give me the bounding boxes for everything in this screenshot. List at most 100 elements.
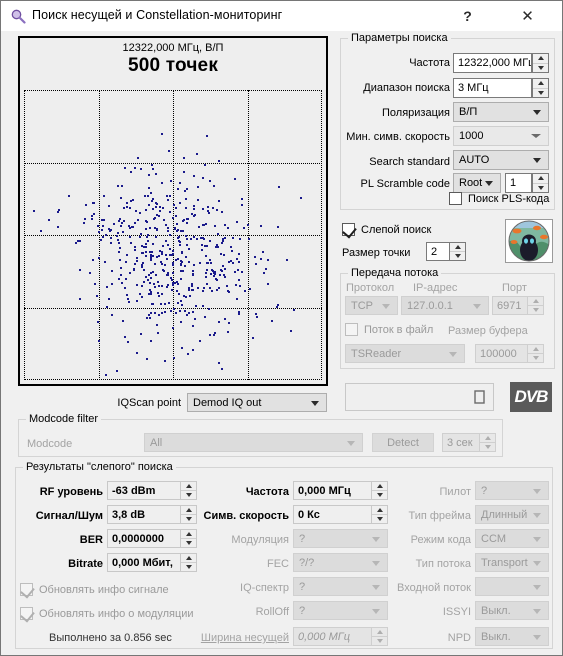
spinner-up[interactable]	[181, 530, 196, 539]
pilot-combo[interactable]: ?	[475, 481, 549, 500]
spinner-down[interactable]	[181, 563, 196, 571]
help-button[interactable]: ?	[445, 1, 490, 31]
rf-level-field[interactable]: -63 dBm	[107, 481, 181, 500]
spinner-up[interactable]	[533, 54, 548, 64]
ber-spinner[interactable]	[180, 529, 197, 548]
close-button[interactable]: ✕	[505, 1, 550, 31]
constellation-point	[154, 286, 157, 289]
file-stream-target-combo[interactable]: TSReader	[345, 344, 465, 363]
carrier-width-field[interactable]: 0,000 МГц	[293, 627, 372, 646]
spinner-up[interactable]	[533, 174, 548, 184]
spinner-up[interactable]	[181, 482, 196, 491]
spinner-down[interactable]	[372, 515, 387, 523]
constellation-plot[interactable]	[20, 86, 326, 384]
stream-type-combo[interactable]: Transport	[475, 553, 549, 572]
constellation-point	[266, 258, 269, 261]
ip-address-label: IP-адрес	[413, 282, 458, 294]
bitrate-field[interactable]: 0,000 Мбит,	[107, 553, 181, 572]
spinner-up[interactable]	[450, 243, 465, 252]
iqscan-point-combo[interactable]: Demod IQ out	[187, 393, 327, 412]
symbol-rate-field[interactable]: 0 Кс	[293, 505, 372, 524]
constellation-point	[79, 269, 82, 272]
min-symbol-rate-combo[interactable]: 1000	[453, 126, 549, 146]
spinner-down[interactable]	[372, 491, 387, 499]
update-signal-info-checkbox[interactable]: Обновлять инфо сигнале	[20, 583, 169, 599]
port-spinner[interactable]	[527, 296, 544, 315]
file-stream-checkbox[interactable]: Поток в файл	[345, 323, 433, 336]
spinner-up[interactable]	[181, 506, 196, 515]
spinner-down[interactable]	[533, 89, 548, 98]
spinner-down[interactable]	[181, 515, 196, 523]
rolloff-combo[interactable]: ?	[293, 601, 388, 620]
spinner-up[interactable]	[528, 297, 543, 306]
spinner-up[interactable]	[480, 434, 495, 443]
ber-field[interactable]: 0,0000000	[107, 529, 181, 548]
pls-search-checkbox[interactable]: Поиск PLS-кода	[449, 192, 549, 205]
pl-scramble-code-field[interactable]: 1	[505, 173, 532, 193]
symbol-rate-spinner[interactable]	[371, 505, 388, 524]
carrier-width-spinner[interactable]	[371, 627, 388, 646]
npd-combo[interactable]: Выкл.	[475, 627, 549, 646]
result-frequency-field[interactable]: 0,000 МГц	[293, 481, 372, 500]
spinner-up[interactable]	[372, 482, 387, 491]
constellation-point	[227, 290, 230, 293]
dot-size-field[interactable]: 2	[426, 242, 450, 261]
port-field[interactable]: 6971	[492, 296, 528, 315]
spinner-down[interactable]	[480, 443, 495, 451]
snr-field[interactable]: 3,8 dB	[107, 505, 181, 524]
preview-thumbnail[interactable]	[505, 219, 553, 263]
modcode-value: All	[150, 436, 163, 449]
pl-scramble-mode-combo[interactable]: Root	[453, 173, 501, 193]
result-frequency-spinner[interactable]	[371, 481, 388, 500]
iq-spectrum-combo[interactable]: ?	[293, 577, 388, 596]
issyi-combo[interactable]: Выкл.	[475, 601, 549, 620]
fec-combo[interactable]: ?/?	[293, 553, 388, 572]
code-mode-combo[interactable]: CCM	[475, 529, 549, 548]
spinner-down[interactable]	[181, 491, 196, 499]
frequency-field[interactable]: 12322,000 МГц	[453, 53, 532, 73]
rf-level-spinner[interactable]	[180, 481, 197, 500]
buffer-size-spinner[interactable]	[527, 344, 544, 363]
spinner-up[interactable]	[181, 554, 196, 563]
search-standard-combo[interactable]: AUTO	[453, 150, 549, 170]
spinner-up[interactable]	[372, 628, 387, 637]
snr-spinner[interactable]	[180, 505, 197, 524]
constellation-point	[160, 302, 162, 305]
spinner-down[interactable]	[450, 252, 465, 260]
dot-size-spinner[interactable]	[449, 242, 466, 261]
spinner-down[interactable]	[528, 306, 543, 314]
constellation-point	[151, 303, 154, 306]
detect-button[interactable]: Detect	[372, 433, 434, 452]
spinner-down[interactable]	[181, 539, 196, 547]
bitrate-spinner[interactable]	[180, 553, 197, 572]
search-range-spinner[interactable]	[532, 78, 549, 98]
buffer-size-field[interactable]: 100000	[475, 344, 528, 363]
spinner-down[interactable]	[528, 354, 543, 362]
pl-scramble-code-spinner[interactable]	[532, 173, 549, 193]
spinner-up[interactable]	[372, 506, 387, 515]
ip-address-combo[interactable]: 127.0.0.1	[401, 296, 489, 315]
detect-timeout-field[interactable]: 3 сек	[442, 433, 480, 452]
constellation-point	[236, 257, 239, 260]
spinner-down[interactable]	[533, 184, 548, 193]
spinner-up[interactable]	[528, 345, 543, 354]
input-stream-combo[interactable]	[475, 577, 549, 596]
spinner-down[interactable]	[533, 64, 548, 73]
frequency-spinner[interactable]	[532, 53, 549, 73]
constellation-point	[110, 283, 113, 285]
chevron-down-icon	[533, 584, 541, 590]
frame-type-combo[interactable]: Длинный	[475, 505, 549, 524]
constellation-point	[237, 313, 240, 315]
search-range-field[interactable]: 3 МГц	[453, 78, 532, 98]
spinner-up[interactable]	[533, 79, 548, 89]
detect-timeout-spinner[interactable]	[479, 433, 496, 452]
spinner-down[interactable]	[372, 637, 387, 645]
carrier-width-label[interactable]: Ширина несущей	[191, 632, 289, 644]
modulation-combo[interactable]: ?	[293, 529, 388, 548]
protocol-combo[interactable]: TCP	[345, 296, 398, 315]
blind-search-checkbox[interactable]: Слепой поиск	[342, 223, 431, 239]
modcode-combo[interactable]: All	[144, 433, 363, 452]
update-modulation-info-checkbox[interactable]: Обновлять инфо о модуляции	[20, 607, 194, 623]
status-text-field[interactable]	[345, 383, 494, 411]
polarization-combo[interactable]: В/П	[453, 102, 549, 122]
